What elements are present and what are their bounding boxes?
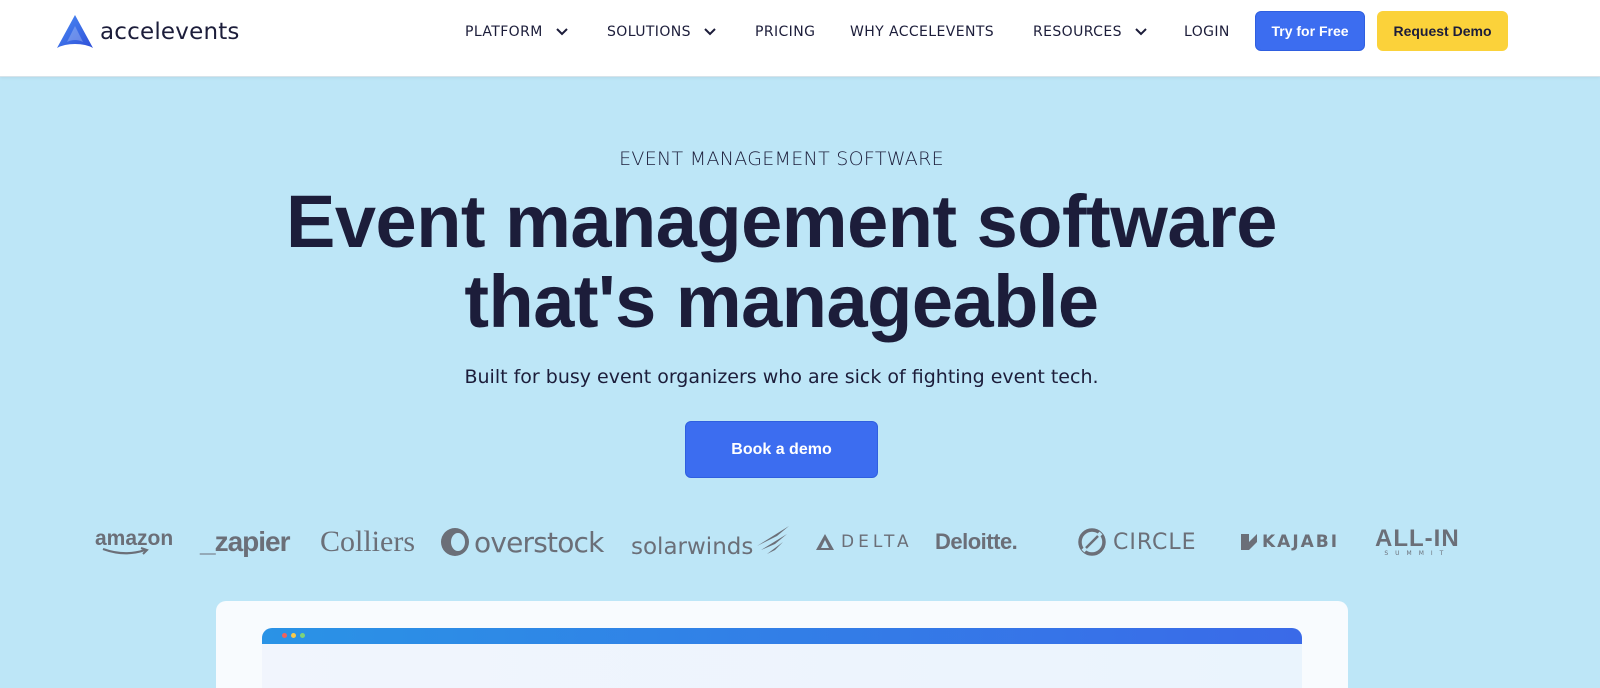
kajabi-k-icon (1241, 534, 1257, 550)
delta-logo: DELTA (815, 522, 913, 562)
all-in-summit-logo: ALL-IN SUMMIT (1375, 522, 1460, 562)
delta-wordmark: DELTA (841, 532, 913, 552)
nav-platform[interactable]: PLATFORM (465, 20, 569, 44)
overstock-wordmark: overstock (474, 525, 604, 559)
nav-pricing-label: PRICING (755, 24, 816, 40)
zapier-logo: _zapier (200, 522, 290, 562)
deloitte-wordmark: Deloitte. (935, 529, 1018, 554)
brand-name: accelevents (100, 19, 240, 45)
product-preview-card (216, 601, 1348, 688)
amazon-smile-icon (102, 547, 149, 555)
zapier-wordmark: _zapier (200, 526, 290, 557)
nav-why-accelevents-label: WHY ACCELEVENTS (850, 24, 995, 40)
allin-subtitle: SUMMIT (1384, 549, 1451, 557)
nav-pricing[interactable]: PRICING (755, 20, 815, 44)
solarwinds-wordmark: solarwinds (631, 534, 754, 560)
hero-subhead: Built for busy event organizers who are … (464, 366, 1099, 388)
chevron-down-icon (555, 28, 568, 36)
window-maximize-dot-icon (300, 633, 305, 638)
circle-logo: CIRCLE (1077, 522, 1197, 562)
hero-eyebrow: EVENT MANAGEMENT SOFTWARE (619, 148, 944, 170)
hero-headline-line1: Event management software (286, 180, 1277, 263)
solarwinds-bird-icon (757, 526, 790, 554)
nav-why-accelevents[interactable]: WHY ACCELEVENTS (850, 20, 994, 44)
nav-resources-label: RESOURCES (1033, 24, 1122, 40)
kajabi-wordmark: KAJABI (1262, 532, 1340, 552)
preview-app-window (262, 628, 1302, 688)
chevron-down-icon (704, 28, 716, 36)
request-demo-button[interactable]: Request Demo (1377, 11, 1508, 51)
nav-login[interactable]: LOGIN (1184, 20, 1230, 44)
nav-login-label: LOGIN (1184, 24, 1230, 40)
chevron-down-icon (1135, 28, 1147, 36)
preview-window-titlebar (262, 628, 1302, 644)
nav-solutions-label: SOLUTIONS (607, 24, 691, 40)
overstock-logo: overstock (440, 522, 604, 562)
hero-headline: Event management software that's managea… (200, 182, 1363, 342)
solarwinds-logo: solarwinds (631, 522, 790, 562)
accelevents-logo[interactable]: accelevents (56, 14, 240, 50)
delta-triangle-icon (816, 534, 834, 550)
try-for-free-button[interactable]: Try for Free (1255, 11, 1365, 51)
deloitte-logo: Deloitte. (935, 522, 1018, 562)
window-minimize-dot-icon (291, 633, 296, 638)
allin-wordmark: ALL-IN (1375, 524, 1460, 552)
hero-headline-line2: that's manageable (464, 260, 1099, 343)
circle-mark-icon (1078, 528, 1106, 556)
nav-resources[interactable]: RESOURCES (1033, 20, 1148, 44)
nav-solutions[interactable]: SOLUTIONS (607, 20, 717, 44)
overstock-o-icon (441, 528, 469, 556)
colliers-wordmark: Colliers (320, 525, 415, 558)
kajabi-logo: KAJABI (1240, 522, 1339, 562)
book-demo-button[interactable]: Book a demo (685, 421, 878, 478)
colliers-logo: Colliers (320, 522, 415, 562)
accelevents-logo-icon (57, 15, 93, 48)
circle-wordmark: CIRCLE (1113, 529, 1197, 555)
nav-platform-label: PLATFORM (465, 24, 543, 40)
amazon-logo: amazon (95, 522, 173, 562)
site-header: accelevents PLATFORM SOLUTIONS PRICING W… (0, 0, 1600, 77)
window-close-dot-icon (282, 633, 287, 638)
